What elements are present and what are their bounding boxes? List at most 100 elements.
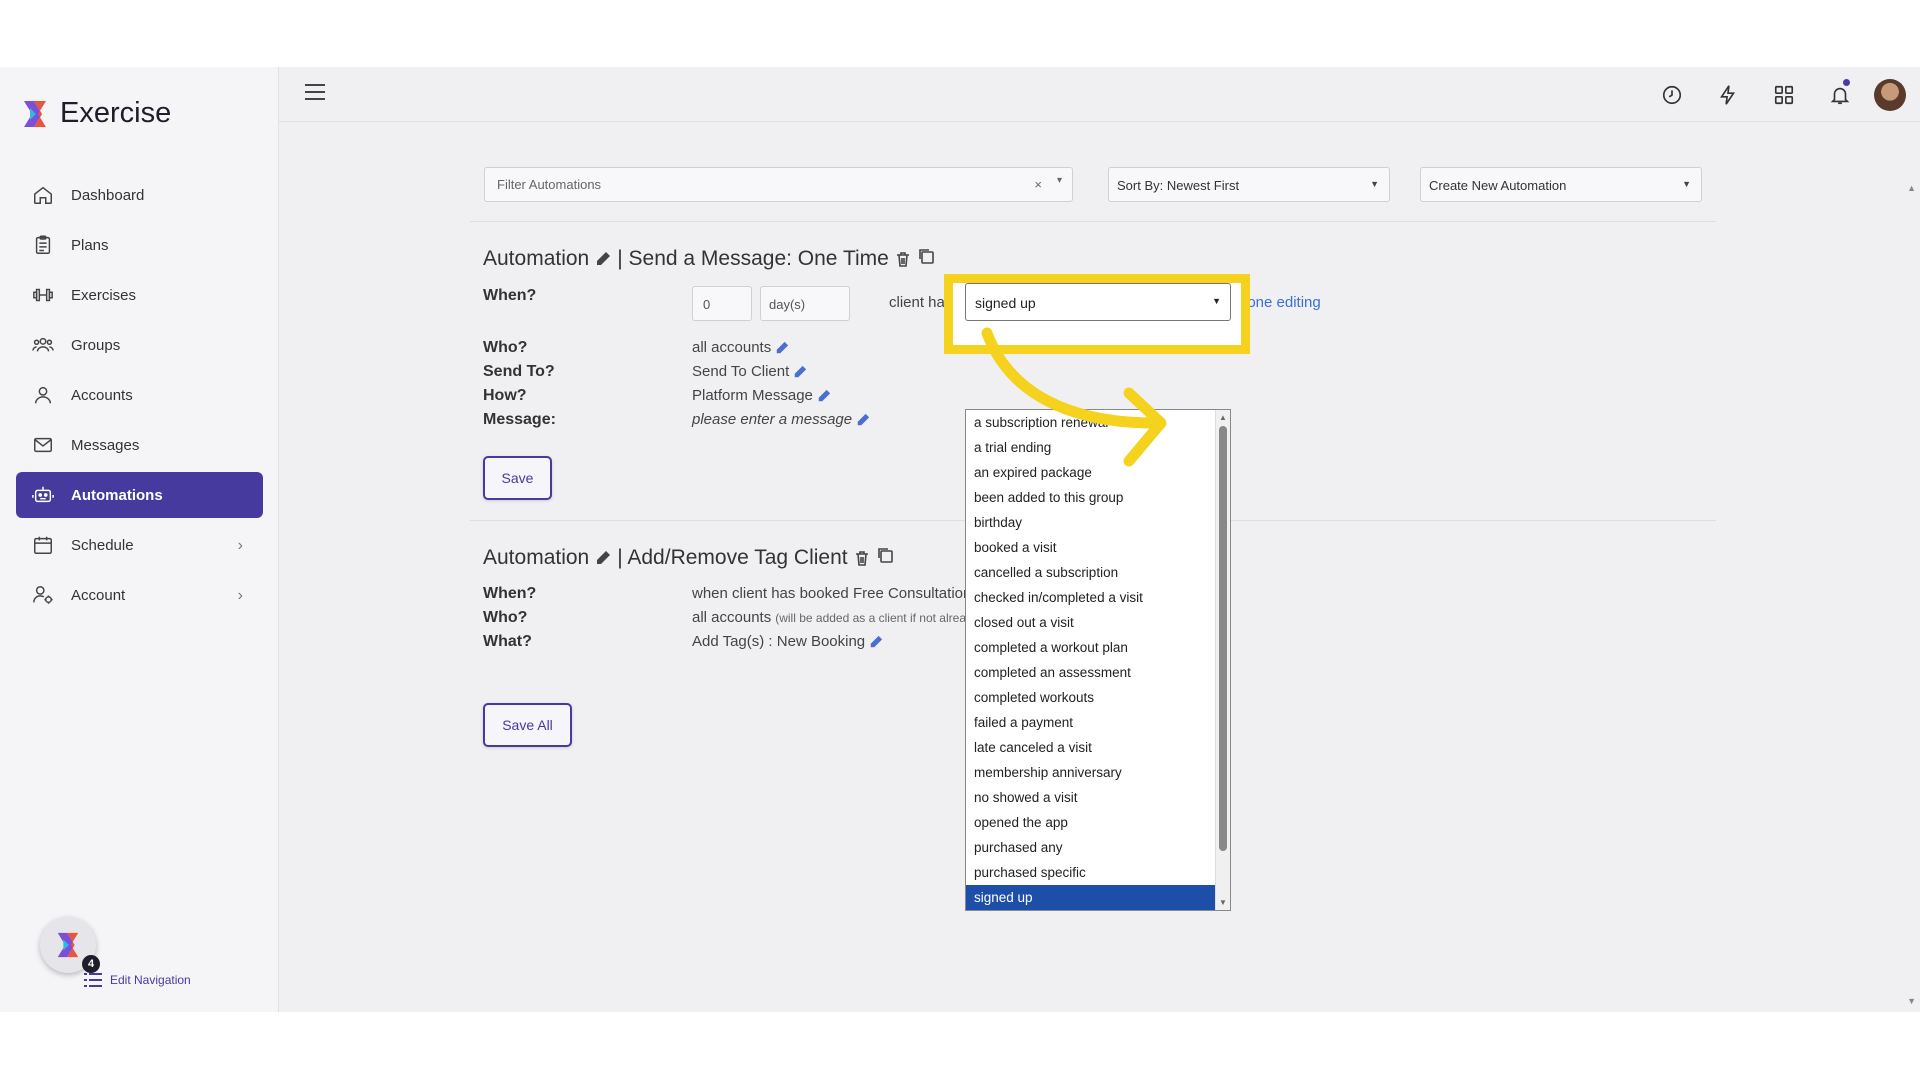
app-name: Exercise (60, 97, 172, 129)
sidebar: Exercise Dashboard Plans Exercises Group… (0, 67, 279, 1012)
edit-pencil-icon[interactable] (856, 413, 870, 427)
sidebar-item-messages[interactable]: Messages (16, 422, 263, 468)
clear-filter-icon[interactable]: × (1034, 177, 1042, 192)
annotation-arrow-icon (981, 327, 1167, 467)
dropdown-option[interactable]: completed a workout plan (966, 635, 1215, 660)
robot-icon (31, 483, 55, 507)
sort-select[interactable]: Sort By: Newest First ▼ (1108, 167, 1390, 202)
dropdown-option[interactable]: purchased any (966, 835, 1215, 860)
edit-pencil-icon[interactable] (869, 635, 883, 649)
edit-pencil-icon[interactable] (793, 365, 807, 379)
who-value: all accounts (692, 339, 789, 356)
logo-mark-icon (24, 100, 46, 127)
automation-title-prefix: Automation (483, 247, 590, 270)
sidebar-item-label: Schedule (71, 536, 134, 554)
sidebar-item-exercises[interactable]: Exercises (16, 272, 263, 318)
dropdown-option[interactable]: no showed a visit (966, 785, 1215, 810)
dropdown-option[interactable]: signed up (966, 885, 1215, 910)
chevron-right-icon: › (237, 537, 243, 554)
list-icon (84, 973, 102, 987)
app-frame: Exercise Dashboard Plans Exercises Group… (0, 67, 1920, 1012)
sidebar-item-label: Account (71, 586, 126, 604)
who-label: Who? (483, 339, 528, 356)
caret-down-icon[interactable]: ▾ (1057, 175, 1062, 186)
trash-icon[interactable] (895, 251, 911, 267)
app-logo[interactable]: Exercise (20, 97, 171, 130)
edit-navigation-link[interactable]: Edit Navigation (84, 973, 191, 987)
dropdown-scrollbar[interactable]: ▲ ▼ (1215, 410, 1230, 910)
who-value-text: all accounts (692, 609, 772, 626)
page-scroll-up-icon[interactable]: ▲ (1907, 183, 1916, 193)
when-number-input[interactable]: 0 (692, 286, 752, 321)
edit-pencil-icon[interactable] (595, 251, 611, 267)
dropdown-option[interactable]: closed out a visit (966, 610, 1215, 635)
caret-down-icon: ▼ (1682, 179, 1691, 189)
user-gear-icon (31, 583, 55, 607)
top-icons (1644, 75, 1906, 115)
dropdown-option[interactable]: opened the app (966, 810, 1215, 835)
create-select-value: Create New Automation (1429, 178, 1567, 193)
sidebar-item-dashboard[interactable]: Dashboard (16, 172, 263, 218)
scroll-down-icon[interactable]: ▼ (1219, 898, 1227, 907)
sidebar-item-groups[interactable]: Groups (16, 322, 263, 368)
save-button[interactable]: Save (483, 456, 552, 500)
sidebar-item-accounts[interactable]: Accounts (16, 372, 263, 418)
sidebar-item-label: Plans (71, 236, 109, 254)
sidebar-item-plans[interactable]: Plans (16, 222, 263, 268)
trigger-select[interactable]: signed up ▼ (965, 283, 1231, 321)
dropdown-option[interactable]: failed a payment (966, 710, 1215, 735)
chevron-right-icon: › (237, 587, 243, 604)
user-avatar[interactable] (1874, 79, 1906, 111)
automation-title-type: | Send a Message: One Time (617, 247, 889, 270)
divider (470, 221, 1716, 222)
sidebar-item-schedule[interactable]: Schedule › (16, 522, 263, 568)
save-all-button[interactable]: Save All (483, 703, 572, 747)
dropdown-option[interactable]: booked a visit (966, 535, 1215, 560)
dropdown-option[interactable]: purchased specific (966, 860, 1215, 885)
dropdown-option[interactable]: completed an assessment (966, 660, 1215, 685)
when-label: When? (483, 585, 537, 602)
when-value: when client has booked Free Consultation (692, 585, 972, 602)
done-editing-link[interactable]: done editing (1239, 294, 1321, 311)
create-automation-select[interactable]: Create New Automation ▼ (1420, 167, 1702, 202)
notifications-button[interactable] (1812, 75, 1868, 115)
caret-down-icon: ▼ (1370, 179, 1379, 189)
when-unit-select[interactable]: day(s) (760, 286, 850, 321)
who-label: Who? (483, 609, 528, 626)
duplicate-icon[interactable] (917, 247, 935, 271)
dropdown-option[interactable]: been added to this group (966, 485, 1215, 510)
how-label: How? (483, 387, 527, 404)
trash-icon[interactable] (854, 550, 870, 566)
sidebar-item-label: Groups (71, 336, 121, 354)
quick-actions-button[interactable] (1700, 75, 1756, 115)
dropdown-option[interactable]: late canceled a visit (966, 735, 1215, 760)
dropdown-option[interactable]: completed workouts (966, 685, 1215, 710)
trigger-options: a subscription renewal a trial ending an e… (966, 410, 1230, 910)
sidebar-item-account[interactable]: Account › (16, 572, 263, 618)
sidebar-item-label: Automations (71, 486, 163, 504)
apps-button[interactable] (1756, 75, 1812, 115)
edit-pencil-icon[interactable] (595, 550, 611, 566)
dropdown-option[interactable]: birthday (966, 510, 1215, 535)
dropdown-option[interactable]: membership anniversary (966, 760, 1215, 785)
duplicate-icon[interactable] (876, 546, 894, 570)
dropdown-option[interactable]: checked in/completed a visit (966, 585, 1215, 610)
caret-down-icon: ▼ (1212, 296, 1221, 306)
sidebar-item-automations[interactable]: Automations (16, 472, 263, 518)
page-scroll-down-icon[interactable]: ▼ (1907, 996, 1916, 1006)
dropdown-option[interactable]: cancelled a subscription (966, 560, 1215, 585)
automation-title: Automation | Add/Remove Tag Client (483, 546, 894, 570)
mail-icon (31, 433, 55, 457)
menu-toggle-button[interactable] (305, 83, 325, 106)
trigger-dropdown-list[interactable]: a subscription renewal a trial ending an e… (965, 409, 1231, 911)
filter-automations-input[interactable]: Filter Automations × ▾ (484, 167, 1073, 202)
history-button[interactable] (1644, 75, 1700, 115)
sidebar-nav: Dashboard Plans Exercises Groups Account… (16, 172, 263, 622)
edit-pencil-icon[interactable] (817, 389, 831, 403)
scrollbar-thumb[interactable] (1219, 426, 1227, 851)
notification-count-badge: 4 (82, 955, 100, 973)
scroll-up-icon[interactable]: ▲ (1219, 413, 1227, 422)
top-bar (279, 67, 1920, 122)
edit-pencil-icon[interactable] (775, 341, 789, 355)
when-label: When? (483, 287, 537, 304)
